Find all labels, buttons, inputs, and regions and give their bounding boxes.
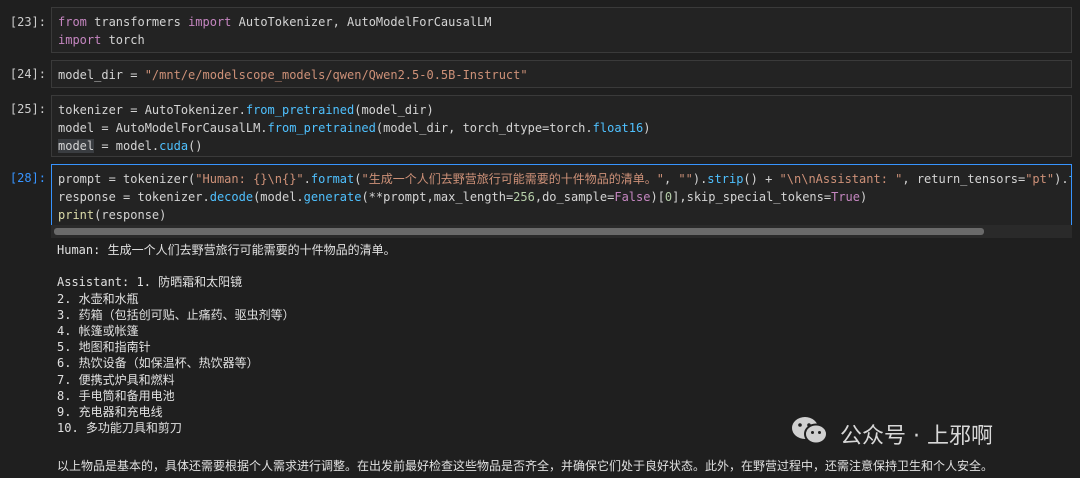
code-token: False: [614, 190, 651, 204]
code-token: response = tokenizer.: [58, 190, 210, 204]
code-token: torch: [101, 33, 145, 47]
code-line: from transformers import AutoTokenizer, …: [58, 13, 1071, 31]
code-token: model: [58, 139, 95, 153]
code-token: ,do_sample=: [534, 190, 615, 204]
code-token: ): [860, 190, 868, 204]
code-editor[interactable]: prompt = tokenizer("Human: {}\n{}".forma…: [51, 164, 1072, 226]
code-token: = model.: [94, 139, 160, 153]
code-token: decode: [209, 190, 254, 204]
horizontal-scrollbar[interactable]: [51, 225, 1072, 238]
code-token: ).: [1054, 172, 1069, 186]
code-line: model = AutoModelForCausalLM.from_pretra…: [58, 119, 1071, 137]
code-token: to: [1069, 172, 1071, 186]
code-line: prompt = tokenizer("Human: {}\n{}".forma…: [58, 170, 1071, 188]
code-token: format: [310, 172, 355, 186]
code-token: float16: [592, 121, 644, 135]
watermark-text: 公众号 · 上邪啊: [840, 424, 993, 449]
code-token: True: [831, 190, 861, 204]
output-line: 3. 药箱（包括创可贴、止痛药、驱虫剂等）: [57, 307, 295, 322]
output-line: 2. 水壶和水瓶: [57, 291, 139, 306]
cell-prompt: [24]:: [9, 67, 46, 81]
code-token: 256: [513, 190, 535, 204]
code-line: model = model.cuda(): [58, 137, 1071, 155]
code-token: from_pretrained: [245, 103, 355, 117]
code-token: tokenizer = AutoTokenizer.: [58, 103, 246, 117]
code-token: "/mnt/e/modelscope_models/qwen/Qwen2.5-0…: [144, 68, 528, 82]
code-token: "": [678, 172, 693, 186]
output-line: 8. 手电筒和备用电池: [57, 388, 175, 403]
code-token: ).: [692, 172, 708, 186]
output-line: 4. 帐篷或帐篷: [57, 323, 139, 338]
code-line: tokenizer = AutoTokenizer.from_pretraine…: [58, 101, 1071, 119]
code-token: model = AutoModelForCausalLM.: [58, 121, 268, 135]
output-line: Human: 生成一个人们去野营旅行可能需要的十件物品的清单。: [57, 243, 396, 257]
output-line: 7. 便携式炉具和燃料: [57, 372, 175, 387]
code-token: strip: [707, 172, 744, 186]
code-token: "pt": [1025, 172, 1055, 186]
cell-prompt: [25]:: [9, 102, 46, 116]
code-token: "Human: {}\n{}": [195, 172, 304, 186]
code-token: (model_dir): [354, 103, 434, 117]
code-token: print: [58, 208, 95, 222]
cell-prompt: [28]:: [9, 171, 46, 185]
code-token: transformers: [86, 15, 189, 29]
code-token: ): [643, 121, 651, 135]
code-line: response = tokenizer.decode(model.genera…: [58, 188, 1071, 206]
code-line: model_dir = "/mnt/e/modelscope_models/qw…: [58, 66, 1071, 84]
code-token: import: [188, 15, 232, 29]
code-token: () +: [743, 172, 780, 186]
code-token: "生成一个人们去野营旅行可能需要的十件物品的清单。": [361, 172, 664, 186]
code-token: .: [303, 172, 311, 186]
code-token: (): [188, 139, 203, 153]
wechat-icon: [790, 415, 830, 453]
code-editor[interactable]: model_dir = "/mnt/e/modelscope_models/qw…: [51, 60, 1072, 88]
code-token: prompt = tokenizer(: [58, 172, 196, 186]
watermark: 公众号 · 上邪啊: [790, 416, 993, 452]
code-token: from: [58, 15, 87, 29]
code-token: , return_tensors=: [902, 172, 1026, 186]
code-line: import torch: [58, 31, 1071, 49]
code-token: (model.: [253, 190, 304, 204]
scrollbar-thumb[interactable]: [54, 228, 984, 235]
code-token: (response): [94, 208, 167, 222]
code-token: import: [58, 33, 102, 47]
code-token: "\n\nAssistant: ": [779, 172, 903, 186]
output-line: 以上物品是基本的，具体还需要根据个人需求进行调整。在出发前最好检查这些物品是否齐…: [57, 459, 994, 474]
code-editor[interactable]: tokenizer = AutoTokenizer.from_pretraine…: [51, 95, 1072, 157]
output-line: 6. 热饮设备（如保温杯、热饮器等）: [57, 356, 259, 371]
output-line: 5. 地图和指南针: [57, 340, 151, 355]
output-line: Assistant: 1. 防晒霜和太阳镜: [57, 275, 243, 290]
code-token: AutoTokenizer, AutoModelForCausalLM: [231, 15, 492, 29]
code-token: )[: [650, 190, 665, 204]
code-token: from_pretrained: [267, 121, 376, 135]
cell-prompt: [23]:: [9, 15, 46, 29]
code-token: (**prompt,max_length=: [361, 190, 514, 204]
code-token: model_dir =: [58, 68, 145, 82]
code-line: print(response): [58, 206, 1071, 224]
code-token: (model_dir, torch_dtype=torch.: [375, 121, 593, 135]
code-editor[interactable]: from transformers import AutoTokenizer, …: [51, 7, 1072, 53]
code-token: ],skip_special_tokens=: [672, 190, 832, 204]
code-token: generate: [303, 190, 362, 204]
code-token: ,: [663, 172, 679, 186]
code-token: cuda: [159, 139, 189, 153]
